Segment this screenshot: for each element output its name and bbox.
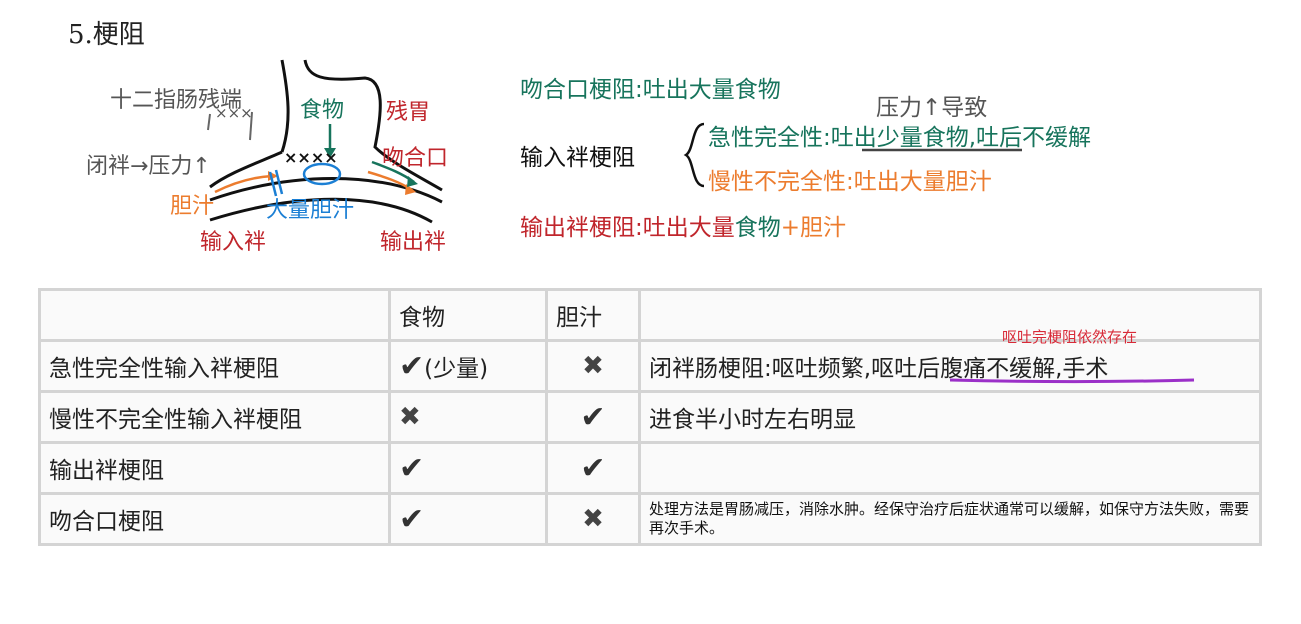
treatment-note: 处理方法是胃肠减压，消除水肿。经保守治疗后症状通常可以缓解，如保守方法失败，需要… xyxy=(649,500,1250,537)
check-icon: ✔ xyxy=(399,450,425,486)
obstruction-notes: 吻合口梗阻:吐出大量食物 压力↑导致 输入袢梗阻 急性完全性:吐出少量食物,吐后… xyxy=(520,60,1280,250)
note-cell: 进食半小时左右明显 xyxy=(638,390,1262,444)
efferent-obstruction-note: 输出袢梗阻:吐出大量食物+胆汁 xyxy=(520,208,846,242)
note-part-a: 闭袢肠梗阻:呕吐频繁, xyxy=(649,356,872,382)
check-icon: ✔ xyxy=(580,399,606,435)
remnant-stomach-label: 残胃 xyxy=(386,100,431,125)
efferent-bile: +胆汁 xyxy=(780,215,847,241)
annotation-persisting-obstruction: 呕吐完梗阻依然存在 xyxy=(1002,328,1138,346)
bile-cell: ✖ xyxy=(545,492,641,546)
chronic-incomplete-note: 慢性不完全性:吐出大量胆汁 xyxy=(708,169,992,195)
anastomosis-label: 吻合口 xyxy=(382,146,449,171)
efferent-prefix: 输出袢梗阻:吐出大量 xyxy=(520,215,735,241)
note-cell xyxy=(638,441,1262,495)
anastomotic-obstruction-note: 吻合口梗阻:吐出大量食物 xyxy=(520,77,781,103)
cross-icon: ✖ xyxy=(399,402,421,432)
check-icon: ✔ xyxy=(399,501,425,537)
anastomosis-marks: ×××× xyxy=(284,148,338,167)
stump-closure-marks: ××× xyxy=(215,104,253,122)
food-cell: ✔ xyxy=(388,492,548,546)
cross-icon: ✖ xyxy=(582,504,604,534)
header-cell-food: 食物 xyxy=(388,288,548,342)
gastrojejunostomy-diagram: 十二指肠残端 ××× 食物 残胃 吻合口 闭袢→压力↑ ×××× 胆汁 大量胆汁… xyxy=(60,52,480,262)
closed-loop-label: 闭袢→压力↑ xyxy=(86,154,211,179)
bile-cell: ✖ xyxy=(545,339,641,393)
section-title: 5.梗阻 xyxy=(68,20,145,50)
note-cell: 处理方法是胃肠减压，消除水肿。经保守治疗后症状通常可以缓解，如保守方法失败，需要… xyxy=(638,492,1262,546)
header-cell-bile: 胆汁 xyxy=(545,288,641,342)
bile-cell: ✔ xyxy=(545,441,641,495)
efferent-food: 食物 xyxy=(734,215,781,241)
header-cell-note xyxy=(638,288,1262,342)
row-name: 慢性不完全性输入袢梗阻 xyxy=(38,390,391,444)
row-name: 吻合口梗阻 xyxy=(38,492,391,546)
food-label: 食物 xyxy=(300,98,345,123)
check-icon: ✔ xyxy=(580,450,606,486)
check-icon: ✔ xyxy=(399,348,425,384)
efferent-loop-label: 输出袢 xyxy=(380,230,447,255)
bile-label: 胆汁 xyxy=(170,194,215,219)
afferent-obstruction-label: 输入袢梗阻 xyxy=(520,145,635,171)
row-name: 急性完全性输入袢梗阻 xyxy=(38,339,391,393)
table-row: 慢性不完全性输入袢梗阻 ✖ ✔ 进食半小时左右明显 xyxy=(38,390,1262,444)
table-row: 输出袢梗阻 ✔ ✔ xyxy=(38,441,1262,495)
food-cell: ✖ xyxy=(388,390,548,444)
cross-icon: ✖ xyxy=(582,351,604,381)
table-row: 吻合口梗阻 ✔ ✖ 处理方法是胃肠减压，消除水肿。经保守治疗后症状通常可以缓解，… xyxy=(38,492,1262,546)
header-cell-blank xyxy=(38,288,391,342)
bile-cell: ✔ xyxy=(545,390,641,444)
row-name: 输出袢梗阻 xyxy=(38,441,391,495)
food-cell: ✔(少量) xyxy=(388,339,548,393)
food-cell: ✔ xyxy=(388,441,548,495)
food-note: (少量) xyxy=(424,355,489,382)
afferent-loop-label: 输入袢 xyxy=(200,230,267,255)
purple-underline xyxy=(950,378,1195,383)
lots-of-bile-label: 大量胆汁 xyxy=(266,198,355,223)
pressure-note: 压力↑导致 xyxy=(876,95,988,121)
acute-underline xyxy=(862,148,1022,152)
